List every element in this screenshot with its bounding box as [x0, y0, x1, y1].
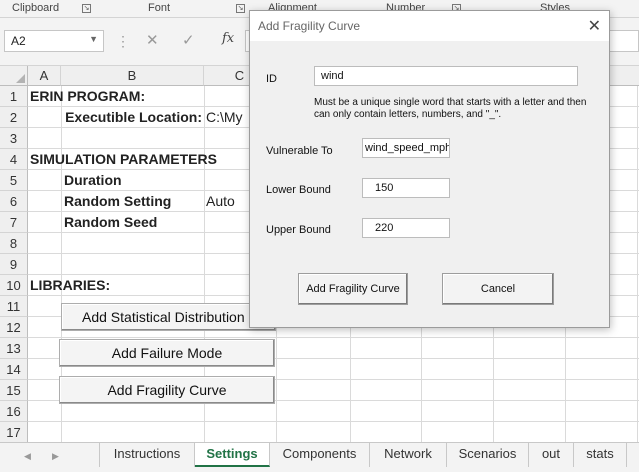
cancel-button[interactable]: Cancel: [442, 273, 554, 305]
name-box[interactable]: A2 ▼: [4, 30, 104, 52]
column-header-a[interactable]: A: [28, 66, 61, 86]
tab-settings[interactable]: Settings: [195, 443, 270, 467]
cell-c2[interactable]: C:\My: [206, 107, 248, 128]
row-header-4[interactable]: 4: [0, 149, 28, 170]
column-header-b[interactable]: B: [61, 66, 204, 86]
cell-b7[interactable]: Random Seed: [64, 212, 204, 233]
row-header-2[interactable]: 2: [0, 107, 28, 128]
gridline: [637, 86, 638, 442]
insert-function-icon[interactable]: fx: [222, 31, 234, 46]
add-fragility-curve-dialog: Add Fragility Curve ✕ ID wind Must be a …: [249, 10, 610, 328]
gridline: [28, 337, 639, 338]
cell-c6[interactable]: Auto: [206, 191, 248, 212]
row-header-7[interactable]: 7: [0, 212, 28, 233]
tab-components[interactable]: Components: [270, 443, 370, 467]
vulnerable-to-input[interactable]: wind_speed_mph: [362, 138, 450, 158]
vulnerable-to-label: Vulnerable To: [266, 145, 333, 157]
tab-scroll-right-icon[interactable]: ▶: [52, 451, 59, 462]
more-options-icon[interactable]: ⋮: [116, 33, 130, 50]
dialog-title: Add Fragility Curve: [258, 19, 361, 33]
confirm-entry-icon[interactable]: ✓: [182, 31, 195, 49]
row-header-15[interactable]: 15: [0, 380, 28, 401]
name-box-value: A2: [11, 34, 26, 48]
dialog-titlebar[interactable]: Add Fragility Curve ✕: [250, 11, 609, 41]
id-label: ID: [266, 73, 277, 85]
ribbon-group-clipboard: Clipboard: [12, 2, 60, 14]
row-header-9[interactable]: 9: [0, 254, 28, 275]
row-header-1[interactable]: 1: [0, 86, 28, 107]
cell-b5[interactable]: Duration: [64, 170, 204, 191]
tab-stats[interactable]: stats: [574, 443, 627, 467]
select-all-corner[interactable]: [0, 66, 28, 86]
tab-scenarios[interactable]: Scenarios: [447, 443, 529, 467]
row-header-13[interactable]: 13: [0, 338, 28, 359]
cell-a4[interactable]: SIMULATION PARAMETERS: [30, 149, 250, 170]
tab-instructions[interactable]: Instructions: [99, 443, 195, 467]
lower-bound-label: Lower Bound: [266, 184, 331, 196]
row-header-17[interactable]: 17: [0, 422, 28, 443]
font-launcher-icon[interactable]: ↘: [236, 4, 245, 13]
close-icon[interactable]: ✕: [588, 16, 601, 36]
row-header-16[interactable]: 16: [0, 401, 28, 422]
row-header-8[interactable]: 8: [0, 233, 28, 254]
tab-network[interactable]: Network: [370, 443, 447, 467]
sheet-tabs-bar: ◀ ▶ Instructions Settings Components Net…: [0, 442, 639, 472]
cell-b6[interactable]: Random Setting: [64, 191, 204, 212]
tab-out[interactable]: out: [529, 443, 574, 467]
clipboard-launcher-icon[interactable]: ↘: [82, 4, 91, 13]
cell-a10[interactable]: LIBRARIES:: [30, 275, 190, 296]
add-statistical-distribution-button[interactable]: Add Statistical Distribution: [61, 303, 276, 331]
add-fragility-curve-submit-button[interactable]: Add Fragility Curve: [298, 273, 408, 305]
id-hint: Must be a unique single word that starts…: [314, 97, 587, 120]
cancel-entry-icon[interactable]: ✕: [146, 31, 159, 49]
upper-bound-label: Upper Bound: [266, 224, 331, 236]
tab-scroll-left-icon[interactable]: ◀: [24, 451, 31, 462]
row-header-5[interactable]: 5: [0, 170, 28, 191]
lower-bound-input[interactable]: 150: [362, 178, 450, 198]
row-header-6[interactable]: 6: [0, 191, 28, 212]
row-header-12[interactable]: 12: [0, 317, 28, 338]
upper-bound-input[interactable]: 220: [362, 218, 450, 238]
id-input[interactable]: wind: [314, 66, 578, 86]
row-header-10[interactable]: 10: [0, 275, 28, 296]
cell-b2[interactable]: Executible Location:: [64, 107, 204, 128]
ribbon-group-font: Font: [148, 2, 171, 14]
add-fragility-curve-button[interactable]: Add Fragility Curve: [59, 376, 275, 404]
cell-a1[interactable]: ERIN PROGRAM:: [30, 86, 250, 107]
add-failure-mode-button[interactable]: Add Failure Mode: [59, 339, 275, 367]
excel-window: Clipboard ↘ Font ↘ Alignment Number ↘ St…: [0, 0, 639, 472]
row-header-3[interactable]: 3: [0, 128, 28, 149]
row-header-14[interactable]: 14: [0, 359, 28, 380]
row-header-11[interactable]: 11: [0, 296, 28, 317]
chevron-down-icon[interactable]: ▼: [89, 34, 98, 44]
gridline: [28, 421, 639, 422]
